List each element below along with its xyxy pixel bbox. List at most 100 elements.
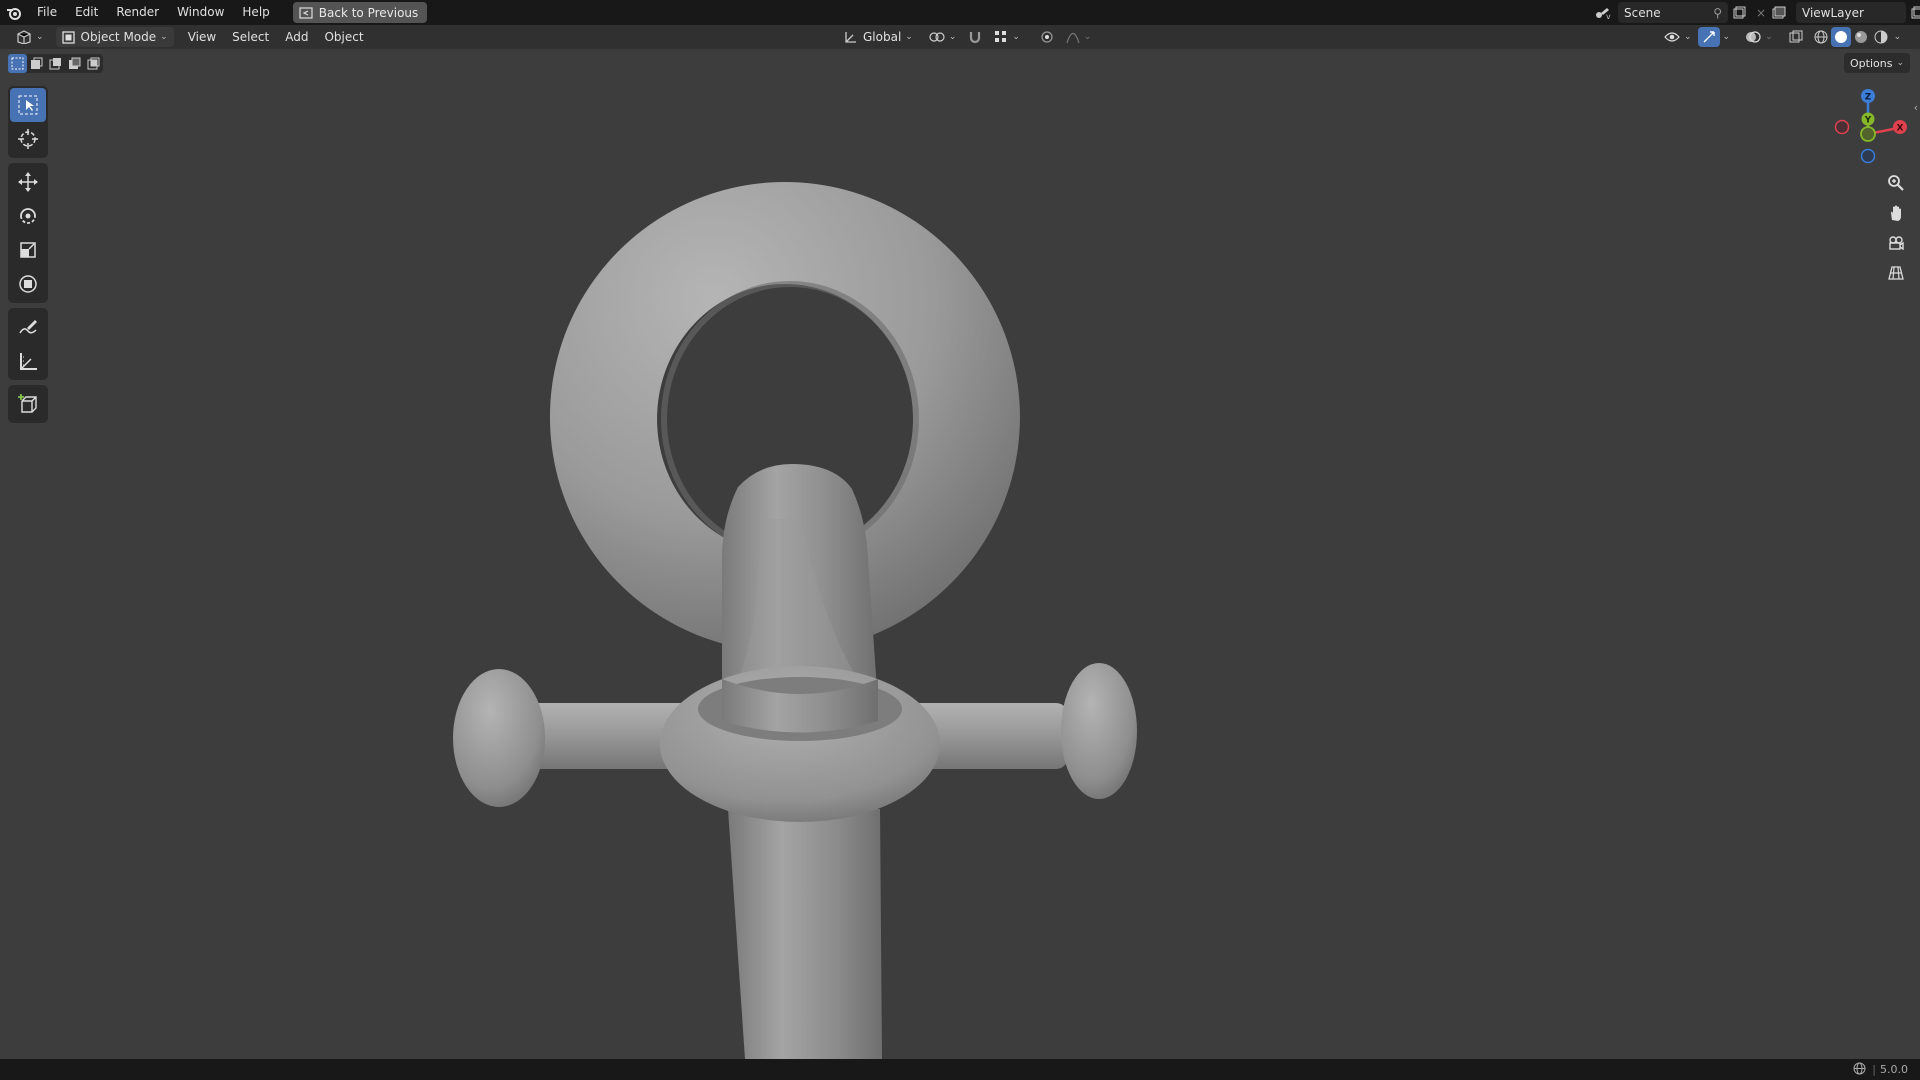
menu-edit[interactable]: Edit [66, 0, 107, 25]
network-icon [1853, 1062, 1866, 1078]
snap-target-dropdown[interactable]: ⌄ [988, 27, 1026, 47]
svg-text:v: v [1606, 12, 1611, 20]
select-invert-button[interactable] [65, 54, 84, 73]
selection-mode-buttons [8, 54, 103, 73]
tool-cursor[interactable] [10, 122, 46, 156]
header-menu-view[interactable]: View [182, 27, 222, 47]
gizmo-toggle[interactable] [1697, 27, 1720, 47]
tool-move[interactable] [10, 165, 46, 199]
tool-select-box[interactable] [10, 88, 46, 122]
hand-icon [1891, 205, 1901, 221]
mode-label: Object Mode [80, 30, 157, 44]
select-subtract-button[interactable] [46, 54, 65, 73]
shading-dropdown[interactable]: ⌄ [1891, 27, 1905, 47]
tool-rotate[interactable] [10, 199, 46, 233]
view-layer-icon[interactable] [1766, 2, 1796, 23]
3d-viewport[interactable] [0, 49, 1920, 1059]
menu-render[interactable]: Render [107, 0, 168, 25]
select-intersect-icon [87, 57, 100, 70]
view-layer-field[interactable]: ViewLayer [1796, 2, 1906, 23]
visibility-dropdown[interactable]: ⌄ [1658, 27, 1698, 47]
proportional-edit-toggle[interactable] [1034, 27, 1060, 47]
options-label: Options [1850, 56, 1893, 70]
gizmo-z-label: Z [1865, 93, 1872, 103]
select-extend-button[interactable] [27, 54, 46, 73]
wireframe-icon [1814, 30, 1828, 44]
tool-measure[interactable] [10, 344, 46, 378]
new-scene-icon[interactable] [1728, 2, 1750, 23]
gizmo-neg-x-handle[interactable] [1834, 119, 1850, 135]
select-invert-icon [69, 57, 81, 69]
solid-icon [1834, 31, 1847, 43]
header-menu-object[interactable]: Object [318, 27, 369, 47]
falloff-icon [1066, 32, 1080, 44]
header-menu-select[interactable]: Select [226, 27, 275, 47]
overlays-toggle[interactable]: ⌄ [1739, 27, 1779, 47]
scene-selector: v Scene ⚲ × [1588, 2, 1772, 23]
shading-rendered[interactable] [1871, 27, 1891, 47]
shading-wireframe[interactable] [1811, 27, 1831, 47]
blender-logo-icon[interactable] [0, 0, 28, 25]
transform-orientation-label: Global [863, 30, 902, 44]
falloff-dropdown[interactable]: ⌄ [1060, 27, 1098, 47]
header-menu-add[interactable]: Add [279, 27, 314, 47]
cursor-icon [18, 129, 38, 149]
menu-help[interactable]: Help [233, 0, 278, 25]
zoom-icon [1888, 175, 1904, 191]
pan-button[interactable] [1881, 198, 1911, 228]
rendered-icon [1874, 30, 1888, 44]
scene-name: Scene [1624, 5, 1661, 20]
pin-icon[interactable]: ⚲ [1713, 6, 1722, 20]
menu-file[interactable]: File [28, 0, 66, 25]
shading-material[interactable] [1851, 27, 1871, 47]
menu-window[interactable]: Window [168, 0, 233, 25]
perspective-toggle-button[interactable] [1881, 258, 1911, 288]
tool-add-cube[interactable] [10, 387, 46, 421]
new-view-layer-icon[interactable] [1906, 2, 1920, 23]
grid-perspective-icon [1888, 266, 1904, 280]
shading-modes: ⌄ [1811, 27, 1905, 47]
navigation-gizmo[interactable]: Y Z X [1820, 84, 1920, 174]
tool-group-annotate [8, 308, 48, 380]
tool-scale[interactable] [10, 233, 46, 267]
shading-solid[interactable] [1830, 27, 1851, 47]
rotate-icon [20, 208, 36, 224]
sidebar-toggle-icon[interactable]: ‹ [1914, 101, 1918, 114]
select-subtract-icon [49, 58, 61, 70]
scale-icon [20, 242, 36, 258]
scene-icon[interactable]: v [1588, 2, 1618, 23]
mode-dropdown[interactable]: Object Mode ⌄ [55, 27, 174, 47]
editor-type-dropdown[interactable]: ⌄ [10, 27, 50, 47]
object-mode-icon [61, 30, 75, 44]
tool-annotate[interactable] [10, 310, 46, 344]
view-layer-name: ViewLayer [1802, 5, 1864, 20]
transform-orientation-dropdown[interactable]: Global ⌄ [838, 27, 919, 47]
select-new-button[interactable] [8, 54, 27, 73]
navigation-buttons [1881, 168, 1911, 288]
xray-icon [1789, 30, 1803, 43]
header-center-controls: Global ⌄ ⌄ ⌄ ⌄ [838, 27, 1097, 47]
back-to-previous-button[interactable]: Back to Previous [292, 2, 428, 23]
zoom-button[interactable] [1881, 168, 1911, 198]
tool-transform[interactable] [10, 267, 46, 301]
scene-name-field[interactable]: Scene ⚲ [1618, 2, 1728, 23]
tool-group-add [8, 385, 48, 423]
tool-group-select [8, 86, 48, 158]
options-dropdown[interactable]: Options ⌄ [1844, 53, 1910, 73]
pivot-point-dropdown[interactable]: ⌄ [923, 27, 963, 47]
gizmo-dropdown[interactable]: ⌄ [1720, 27, 1734, 47]
xray-toggle[interactable] [1783, 27, 1809, 47]
annotate-icon [19, 320, 37, 334]
gizmo-neg-z-handle[interactable] [1860, 148, 1876, 164]
camera-view-button[interactable] [1881, 228, 1911, 258]
anchor-collar [660, 666, 940, 822]
gizmo-neg-y-handle[interactable] [1860, 126, 1876, 142]
eye-icon [1664, 32, 1680, 42]
select-box-icon [18, 95, 38, 115]
proportional-edit-icon [1041, 31, 1053, 43]
snap-toggle[interactable] [962, 27, 988, 47]
select-intersect-button[interactable] [84, 54, 103, 73]
status-separator: | [1872, 1063, 1876, 1076]
anchor-shaft [728, 809, 882, 1059]
select-new-icon [11, 57, 24, 70]
